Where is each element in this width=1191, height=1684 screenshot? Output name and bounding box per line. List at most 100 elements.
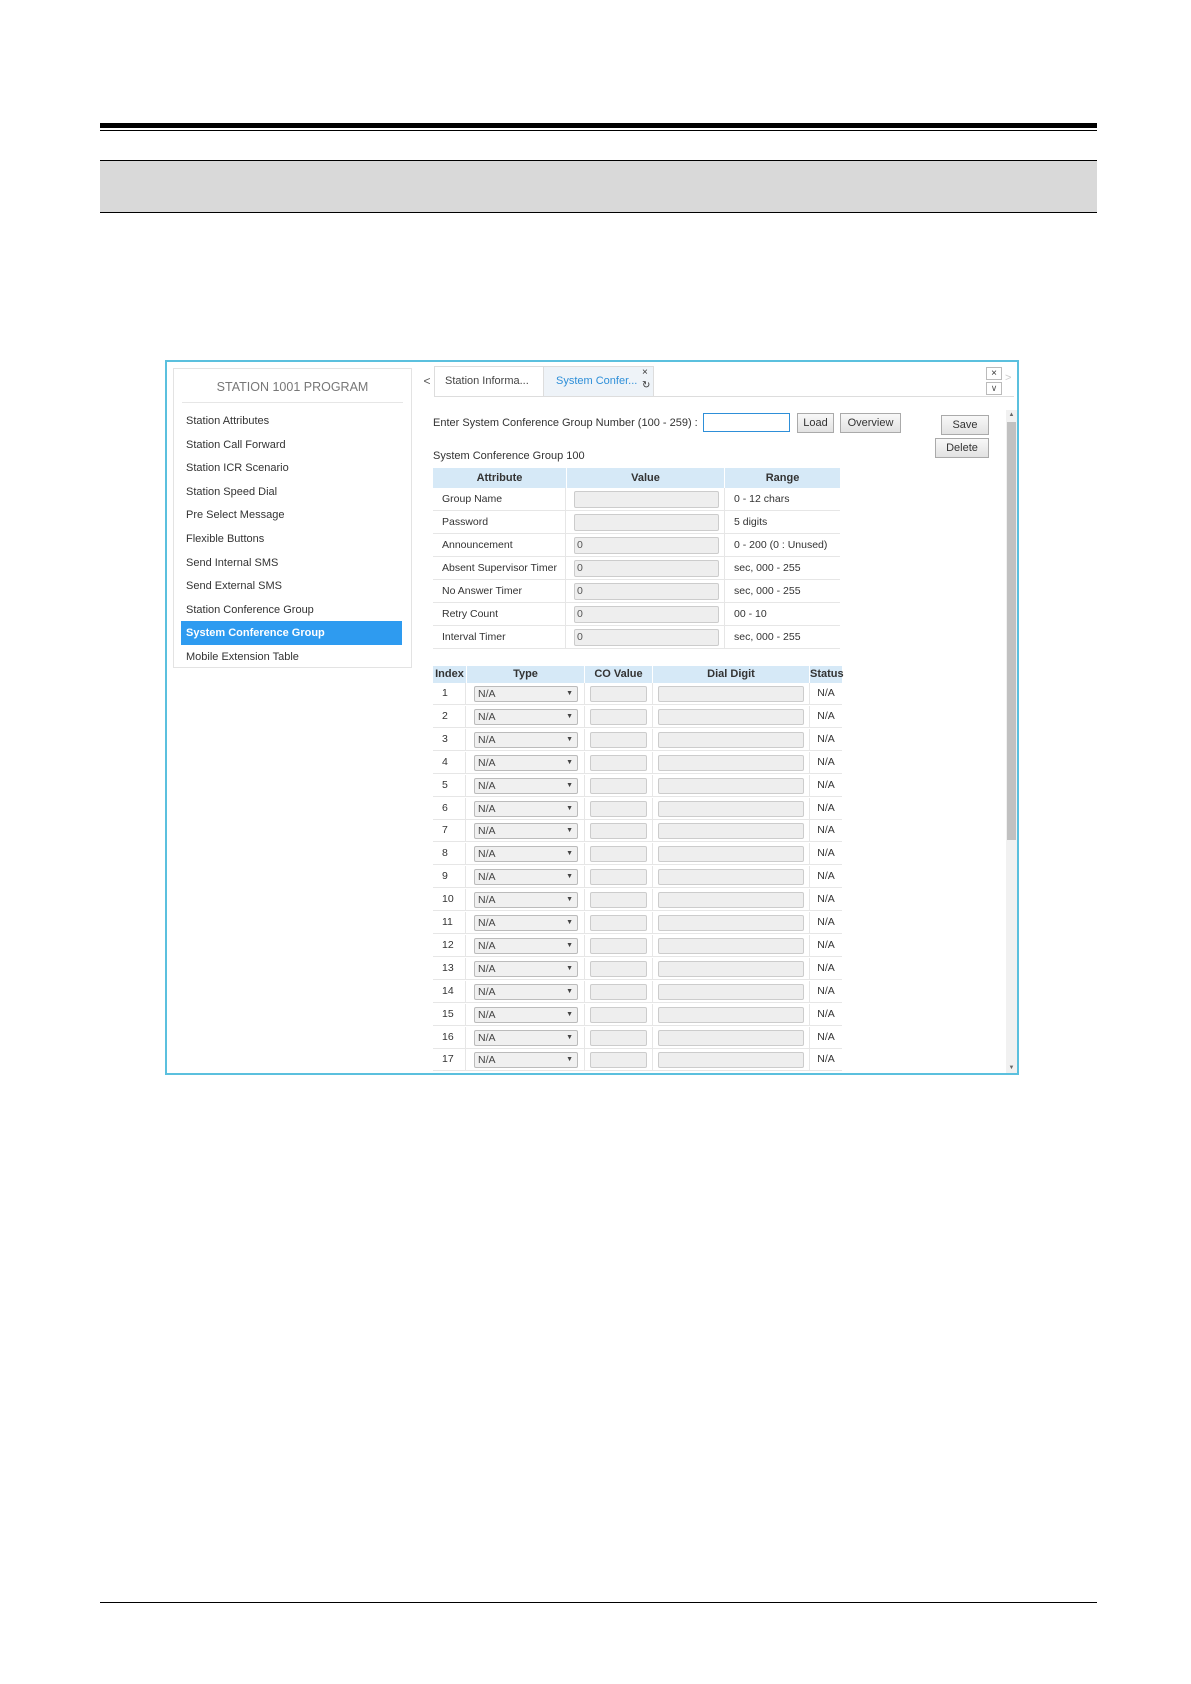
- dial-digit-field[interactable]: [658, 1052, 804, 1069]
- type-select[interactable]: N/A ▼: [474, 937, 578, 954]
- co-value-field[interactable]: [590, 937, 647, 954]
- attribute-value-field[interactable]: [574, 491, 719, 508]
- attribute-range: 00 - 10: [734, 608, 767, 620]
- attribute-value-field[interactable]: [574, 514, 719, 531]
- sidebar-item-station-attributes[interactable]: Station Attributes: [181, 409, 402, 433]
- co-value-field[interactable]: [590, 754, 647, 771]
- tab-refresh-icon[interactable]: ↻: [642, 380, 650, 392]
- tab-close-icon[interactable]: ×: [642, 367, 648, 379]
- attribute-name: Interval Timer: [433, 626, 566, 648]
- status-text: N/A: [817, 755, 835, 768]
- sidebar-item-station-conference-group[interactable]: Station Conference Group: [181, 598, 402, 622]
- sidebar-item-station-icr-scenario[interactable]: Station ICR Scenario: [181, 456, 402, 480]
- dial-digit-field[interactable]: [658, 686, 804, 702]
- sidebar-item-send-external-sms[interactable]: Send External SMS: [181, 574, 402, 598]
- attribute-value-field[interactable]: 0: [574, 583, 719, 600]
- co-value-field[interactable]: [590, 983, 647, 1000]
- document-top-rule-thin: [100, 130, 1097, 131]
- column-divider: [584, 889, 585, 912]
- dial-digit-field[interactable]: [658, 915, 804, 931]
- window-close-icon[interactable]: ×: [986, 367, 1002, 380]
- attribute-value-field[interactable]: 0: [574, 560, 719, 577]
- dial-digit-field[interactable]: [658, 846, 804, 863]
- attribute-value-field[interactable]: 0: [574, 629, 719, 646]
- document-footer-rule: [100, 1602, 1097, 1603]
- dial-digit-field[interactable]: [658, 731, 804, 748]
- status-text: N/A: [817, 778, 835, 791]
- type-select[interactable]: N/A ▼: [474, 823, 578, 840]
- dial-digit-field[interactable]: [658, 708, 804, 725]
- attribute-value-field[interactable]: 0: [574, 537, 719, 554]
- scroll-up-arrow-icon[interactable]: ▲: [1006, 410, 1017, 420]
- dial-digit-field[interactable]: [658, 1029, 804, 1046]
- index-column-header: Index: [433, 666, 467, 683]
- save-button[interactable]: Save: [941, 415, 989, 435]
- column-divider: [652, 980, 653, 1003]
- type-select[interactable]: N/A ▼: [474, 1029, 578, 1046]
- type-select[interactable]: N/A ▼: [474, 708, 578, 725]
- sidebar-item-system-conference-group[interactable]: System Conference Group: [181, 621, 402, 646]
- delete-button[interactable]: Delete: [935, 438, 989, 458]
- co-value-field[interactable]: [590, 1006, 647, 1023]
- type-select-value: N/A: [478, 848, 496, 861]
- type-select[interactable]: N/A ▼: [474, 915, 578, 931]
- dial-digit-field[interactable]: [658, 823, 804, 840]
- load-button[interactable]: Load: [797, 413, 834, 433]
- co-value-field[interactable]: [590, 846, 647, 863]
- scroll-down-arrow-icon[interactable]: ▼: [1006, 1063, 1017, 1073]
- sidebar-item-flexible-buttons[interactable]: Flexible Buttons: [181, 527, 402, 551]
- co-value-field[interactable]: [590, 708, 647, 725]
- window-menu-icon[interactable]: ∨: [986, 382, 1002, 395]
- dial-digit-field[interactable]: [658, 892, 804, 909]
- co-value-field[interactable]: [590, 869, 647, 886]
- dial-digit-field[interactable]: [658, 1006, 804, 1023]
- type-select[interactable]: N/A ▼: [474, 800, 578, 817]
- sidebar-item-mobile-extension-table[interactable]: Mobile Extension Table: [181, 645, 402, 669]
- attribute-value-field[interactable]: 0: [574, 606, 719, 623]
- attribute-row: No Answer Timer 0 sec, 000 - 255: [433, 580, 840, 603]
- type-select[interactable]: N/A ▼: [474, 754, 578, 771]
- co-value-field[interactable]: [590, 823, 647, 840]
- tab-station-information[interactable]: Station Informa...: [434, 366, 544, 396]
- co-value-field[interactable]: [590, 915, 647, 931]
- type-select[interactable]: N/A ▼: [474, 846, 578, 863]
- co-value-field[interactable]: [590, 777, 647, 794]
- tab-next-icon[interactable]: >: [1005, 372, 1011, 384]
- sidebar-item-station-call-forward[interactable]: Station Call Forward: [181, 433, 402, 457]
- type-select[interactable]: N/A ▼: [474, 777, 578, 794]
- co-value-field[interactable]: [590, 800, 647, 817]
- type-select[interactable]: N/A ▼: [474, 686, 578, 702]
- dial-digit-field[interactable]: [658, 869, 804, 886]
- scroll-thumb[interactable]: [1007, 422, 1016, 840]
- tab-system-conference[interactable]: System Confer...: [543, 366, 654, 396]
- co-value-field[interactable]: [590, 686, 647, 702]
- content-scrollbar[interactable]: ▲ ▼: [1006, 410, 1017, 1073]
- row-index: 16: [433, 1026, 466, 1049]
- type-select[interactable]: N/A ▼: [474, 983, 578, 1000]
- dial-digit-field[interactable]: [658, 937, 804, 954]
- dial-digit-field[interactable]: [658, 960, 804, 977]
- sidebar-item-pre-select-message[interactable]: Pre Select Message: [181, 503, 402, 527]
- co-value-field[interactable]: [590, 892, 647, 909]
- type-select[interactable]: N/A ▼: [474, 869, 578, 886]
- co-value-field[interactable]: [590, 731, 647, 748]
- sidebar-item-station-speed-dial[interactable]: Station Speed Dial: [181, 480, 402, 504]
- co-value-field[interactable]: [590, 1029, 647, 1046]
- overview-button[interactable]: Overview: [840, 413, 901, 433]
- type-select[interactable]: N/A ▼: [474, 960, 578, 977]
- tab-prev-icon[interactable]: <: [420, 372, 434, 390]
- group-number-input[interactable]: [703, 413, 790, 432]
- type-select[interactable]: N/A ▼: [474, 731, 578, 748]
- type-select-value: N/A: [478, 894, 496, 907]
- co-value-field[interactable]: [590, 1052, 647, 1069]
- dial-digit-field[interactable]: [658, 983, 804, 1000]
- sidebar-item-send-internal-sms[interactable]: Send Internal SMS: [181, 551, 402, 575]
- co-value-field[interactable]: [590, 960, 647, 977]
- dial-digit-field[interactable]: [658, 800, 804, 817]
- dropdown-arrow-icon: ▼: [566, 896, 573, 904]
- type-select[interactable]: N/A ▼: [474, 892, 578, 909]
- type-select[interactable]: N/A ▼: [474, 1052, 578, 1069]
- dial-digit-field[interactable]: [658, 777, 804, 794]
- type-select[interactable]: N/A ▼: [474, 1006, 578, 1023]
- dial-digit-field[interactable]: [658, 754, 804, 771]
